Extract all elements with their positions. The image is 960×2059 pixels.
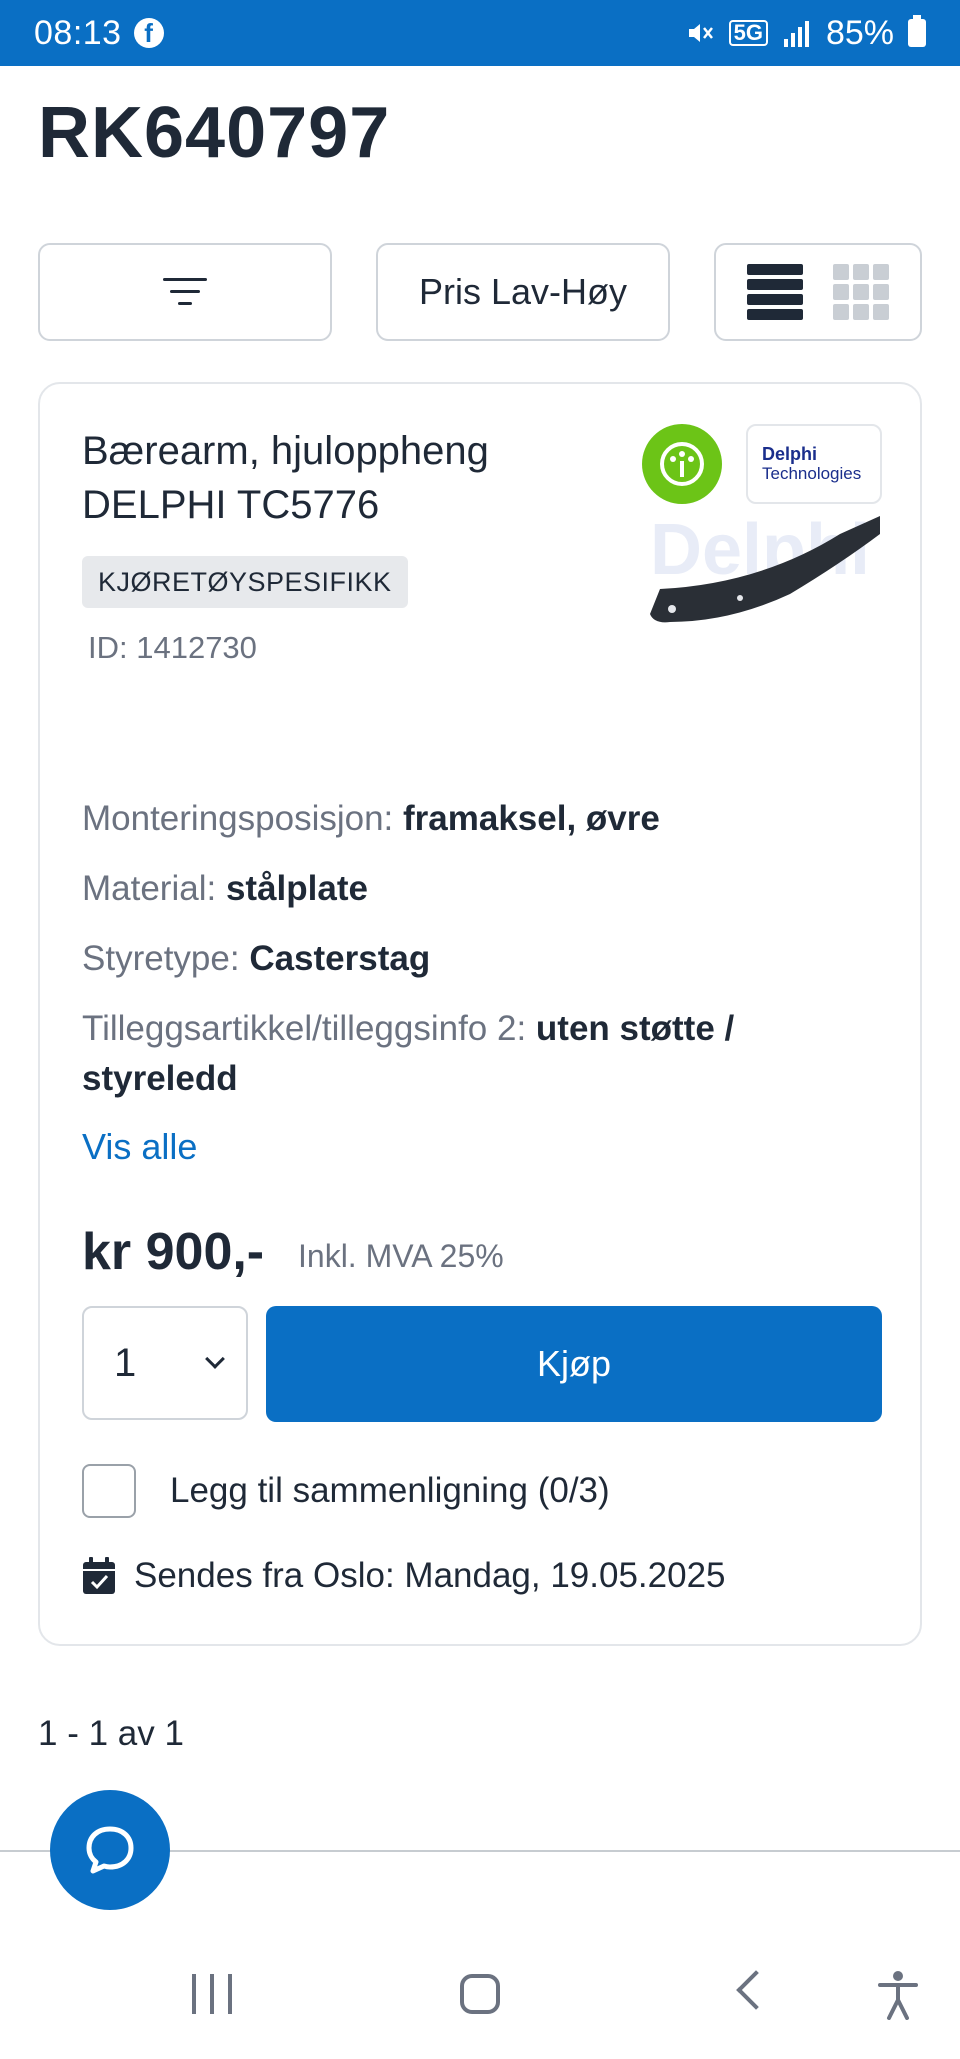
home-icon[interactable]	[460, 1974, 500, 2014]
vat-info: Inkl. MVA 25%	[298, 1238, 504, 1274]
network-badge: 5G	[728, 20, 768, 46]
sort-button[interactable]: Pris Lav-Høy	[376, 243, 670, 341]
spec-row: Tilleggsartikkel/tilleggsinfo 2: uten st…	[82, 1004, 882, 1104]
page-title: RK640797	[38, 93, 391, 173]
mute-icon	[688, 24, 713, 42]
grid-view-icon[interactable]	[833, 264, 889, 320]
spec-list: Monteringsposisjon: framaksel, øvre Mate…	[82, 794, 882, 1124]
quantity-value: 1	[114, 1340, 137, 1385]
product-id: ID: 1412730	[88, 630, 257, 665]
recent-apps-icon[interactable]	[192, 1974, 232, 2014]
spec-row: Material: stålplate	[82, 864, 882, 914]
spec-row: Monteringsposisjon: framaksel, øvre	[82, 794, 882, 844]
view-toggle	[714, 243, 922, 341]
calendar-icon	[83, 1557, 115, 1594]
pagination-info: 1 - 1 av 1	[38, 1714, 184, 1753]
status-icons: 5G 85%	[685, 14, 926, 53]
chevron-down-icon	[205, 1349, 225, 1369]
product-title[interactable]: Bærearm, hjuloppheng DELPHI TC5776	[82, 424, 602, 532]
battery-icon	[908, 15, 926, 47]
shipping-info: Sendes fra Oslo: Mandag, 19.05.2025	[82, 1556, 726, 1596]
brand-subname: Technologies	[762, 464, 862, 483]
show-all-link[interactable]: Vis alle	[82, 1126, 197, 1168]
spec-value: framaksel, øvre	[403, 799, 660, 838]
spec-key: Monteringsposisjon:	[82, 799, 394, 838]
shipping-text: Sendes fra Oslo: Mandag, 19.05.2025	[134, 1556, 726, 1595]
buy-button[interactable]: Kjøp	[266, 1306, 882, 1422]
chat-button[interactable]	[50, 1790, 170, 1910]
brand-name: Delphi	[762, 444, 818, 464]
eco-badge-icon	[642, 424, 722, 504]
spec-row: Styretype: Casterstag	[82, 934, 882, 984]
product-price: kr 900,-	[82, 1223, 265, 1281]
status-time: 08:13	[34, 13, 122, 52]
filter-button[interactable]	[38, 243, 332, 341]
compare-label[interactable]: Legg til sammenligning (0/3)	[170, 1471, 610, 1511]
spec-key: Styretype:	[82, 939, 240, 978]
quantity-select[interactable]: 1	[82, 1306, 248, 1420]
spec-key: Tilleggsartikkel/tilleggsinfo 2:	[82, 1009, 527, 1048]
list-view-icon[interactable]	[747, 264, 803, 320]
signal-icon	[783, 21, 809, 47]
spec-value: stålplate	[225, 869, 368, 908]
compare-checkbox[interactable]	[82, 1464, 136, 1518]
battery-percent: 85%	[825, 13, 894, 52]
vehicle-specific-tag: KJØRETØYSPESIFIKK	[82, 556, 408, 608]
facebook-icon: f	[133, 18, 164, 48]
spec-value: Casterstag	[249, 939, 431, 978]
status-bar: 08:13 f 5G 85%	[0, 0, 960, 66]
product-card: Bærearm, hjuloppheng DELPHI TC5776 KJØRE…	[38, 382, 922, 1646]
filter-icon	[163, 276, 207, 308]
back-icon[interactable]	[736, 1970, 776, 2010]
product-image[interactable]: Delphi	[640, 494, 890, 644]
compare-row: Legg til sammenligning (0/3)	[82, 1464, 610, 1518]
accessibility-icon[interactable]	[876, 1970, 920, 2020]
spec-key: Material:	[82, 869, 217, 908]
brand-logo: Delphi Technologies	[746, 424, 882, 504]
chat-bubble-icon	[86, 1826, 134, 1874]
